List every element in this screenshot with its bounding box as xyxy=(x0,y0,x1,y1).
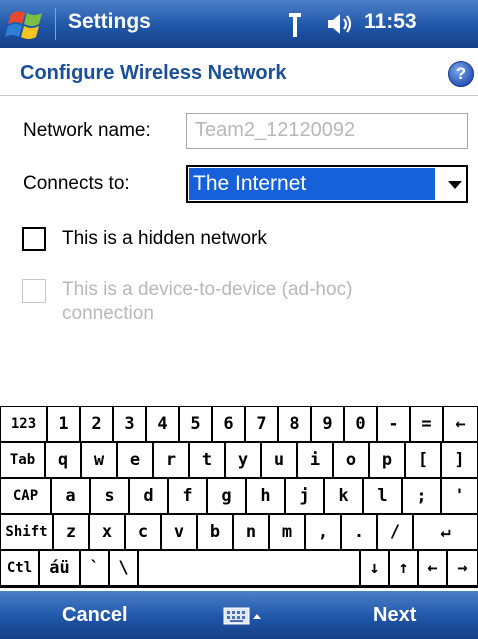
heading-divider xyxy=(0,95,478,96)
key-2[interactable]: 2 xyxy=(81,407,112,441)
connects-to-label: Connects to: xyxy=(23,173,130,194)
windows-start-icon[interactable] xyxy=(5,4,51,44)
help-icon[interactable]: ? xyxy=(448,61,474,87)
keyboard-row-3: CAP a s d f g h j k l; ' xyxy=(0,479,478,513)
key-,[interactable]: , xyxy=(306,515,340,549)
key-o[interactable]: o xyxy=(334,443,368,477)
key-7[interactable]: 7 xyxy=(246,407,277,441)
key-y[interactable]: y xyxy=(226,443,260,477)
hidden-network-checkbox[interactable] xyxy=(22,227,46,251)
key-3[interactable]: 3 xyxy=(114,407,145,441)
keyboard-row-2: Tab q w e r t y u i o p[] xyxy=(0,443,478,477)
key-↓[interactable]: ↓ xyxy=(361,551,388,585)
key-n[interactable]: n xyxy=(234,515,268,549)
key-1[interactable]: 1 xyxy=(48,407,79,441)
key-z[interactable]: z xyxy=(54,515,88,549)
key-→[interactable]: → xyxy=(448,551,477,585)
key-'[interactable]: ' xyxy=(442,479,477,513)
hidden-network-label[interactable]: This is a hidden network xyxy=(62,228,267,250)
key-w[interactable]: w xyxy=(82,443,116,477)
shift-key[interactable]: Shift xyxy=(1,515,52,549)
keyboard-row-5: Ctl áü ` \ ↓ ↑ ← → xyxy=(0,551,478,585)
ctrl-key[interactable]: Ctl xyxy=(1,551,38,585)
key-h[interactable]: h xyxy=(247,479,284,513)
key-p[interactable]: p xyxy=(370,443,404,477)
numbers-key[interactable]: 123 xyxy=(1,407,46,441)
key-[[interactable]: [ xyxy=(406,443,440,477)
volume-icon[interactable] xyxy=(326,12,356,36)
title-bar: Settings 11:53 xyxy=(0,0,478,48)
key-5[interactable]: 5 xyxy=(180,407,211,441)
key-↑[interactable]: ↑ xyxy=(390,551,417,585)
key-c[interactable]: c xyxy=(126,515,160,549)
cancel-button[interactable]: Cancel xyxy=(62,604,128,627)
adhoc-label-line2: connection xyxy=(62,303,154,324)
space-key[interactable] xyxy=(139,551,359,585)
adhoc-label-line1: This is a device-to-device (ad-hoc) xyxy=(62,279,353,300)
key-backslash[interactable]: \ xyxy=(110,551,137,585)
connects-to-value: The Internet xyxy=(189,168,435,200)
key-e[interactable]: e xyxy=(118,443,152,477)
key-8[interactable]: 8 xyxy=(279,407,310,441)
key-v[interactable]: v xyxy=(162,515,196,549)
key-b[interactable]: b xyxy=(198,515,232,549)
key-r[interactable]: r xyxy=(154,443,188,477)
key-k[interactable]: k xyxy=(325,479,362,513)
keyboard-icon[interactable] xyxy=(223,605,263,627)
key-q[interactable]: q xyxy=(46,443,80,477)
key-a[interactable]: a xyxy=(52,479,89,513)
key-/[interactable]: / xyxy=(378,515,412,549)
key-i[interactable]: i xyxy=(298,443,332,477)
key-=[interactable]: = xyxy=(411,407,442,441)
network-name-field[interactable]: Team2_12120092 xyxy=(186,113,468,149)
soft-keyboard: 123 1 2 3 4 5 6 7 8 9 0- = ← Tab q w e r t y u i o p[] CAP a s d f… xyxy=(0,406,478,588)
key-0[interactable]: 0 xyxy=(345,407,376,441)
next-button[interactable]: Next xyxy=(373,604,416,627)
title-separator xyxy=(55,8,56,40)
network-name-label: Network name: xyxy=(23,120,151,141)
key-d[interactable]: d xyxy=(130,479,167,513)
app-title: Settings xyxy=(68,10,151,33)
backspace-key[interactable]: ← xyxy=(444,407,477,441)
page-title: Configure Wireless Network xyxy=(20,62,287,84)
accents-key[interactable]: áü xyxy=(40,551,79,585)
key-f[interactable]: f xyxy=(169,479,206,513)
tab-key[interactable]: Tab xyxy=(1,443,44,477)
keyboard-row-1: 123 1 2 3 4 5 6 7 8 9 0- = ← xyxy=(0,407,478,441)
key-4[interactable]: 4 xyxy=(147,407,178,441)
dropdown-arrow-icon[interactable] xyxy=(448,181,462,189)
key-t[interactable]: t xyxy=(190,443,224,477)
key-;[interactable]: ; xyxy=(403,479,440,513)
adhoc-checkbox xyxy=(22,279,46,303)
key-u[interactable]: u xyxy=(262,443,296,477)
enter-key[interactable]: ↵ xyxy=(414,515,477,549)
caps-key[interactable]: CAP xyxy=(1,479,50,513)
key-6[interactable]: 6 xyxy=(213,407,244,441)
softkey-bar: Cancel Next xyxy=(0,591,478,639)
key-s[interactable]: s xyxy=(91,479,128,513)
key-g[interactable]: g xyxy=(208,479,245,513)
key-9[interactable]: 9 xyxy=(312,407,343,441)
key-.[interactable]: . xyxy=(342,515,376,549)
backspace-key[interactable]: ← xyxy=(419,551,446,585)
key-j[interactable]: j xyxy=(286,479,323,513)
key-x[interactable]: x xyxy=(90,515,124,549)
key-l[interactable]: l xyxy=(364,479,401,513)
connects-to-dropdown[interactable]: The Internet xyxy=(186,165,468,203)
keyboard-row-4: Shift z x c v b n m,. / ↵ xyxy=(0,515,478,549)
clock[interactable]: 11:53 xyxy=(364,10,417,34)
key-][interactable]: ] xyxy=(442,443,477,477)
antenna-icon[interactable] xyxy=(287,9,303,39)
key--[interactable]: - xyxy=(378,407,409,441)
key-`[interactable]: ` xyxy=(81,551,108,585)
key-m[interactable]: m xyxy=(270,515,304,549)
